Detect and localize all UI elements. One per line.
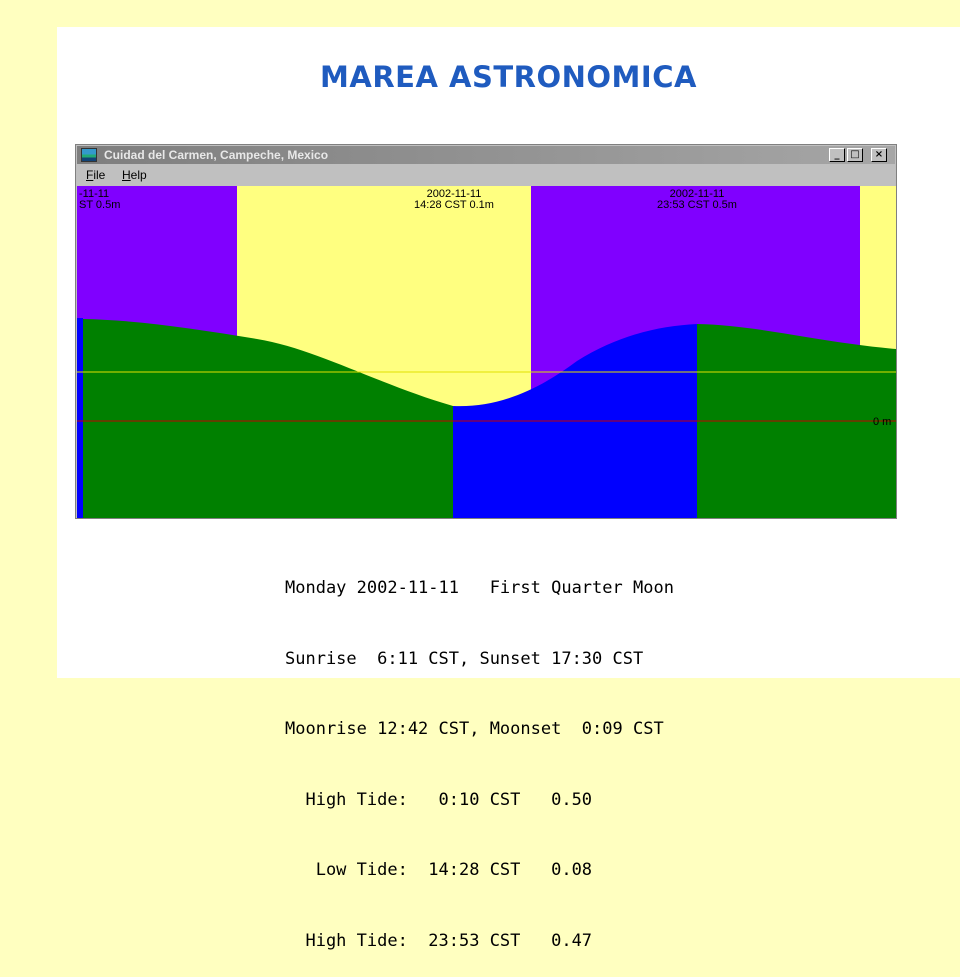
zero-level-label: 0 m: [873, 416, 891, 428]
maximize-button[interactable]: □: [847, 148, 863, 162]
readout-high-tide-2: High Tide: 23:53 CST 0.47: [285, 930, 593, 951]
slide-title: MAREA ASTRONOMICA: [320, 60, 697, 94]
tide-app-window: Cuidad del Carmen, Campeche, Mexico _ □ …: [75, 144, 897, 519]
tide-annotation-1-value: ST 0.5m: [79, 199, 120, 211]
window-title: Cuidad del Carmen, Campeche, Mexico: [104, 148, 329, 162]
tide-annotation-3-value: 23:53 CST 0.5m: [657, 199, 737, 211]
menu-bar: File Help: [77, 166, 895, 184]
window-titlebar[interactable]: Cuidad del Carmen, Campeche, Mexico _ □ …: [77, 146, 895, 164]
readout-high-tide-1: High Tide: 0:10 CST 0.50: [285, 789, 593, 810]
menu-help-rest: elp: [130, 168, 147, 182]
readout-moon-line: Moonrise 12:42 CST, Moonset 0:09 CST: [285, 719, 664, 739]
menu-file[interactable]: File: [86, 168, 105, 182]
minimize-button[interactable]: _: [829, 148, 845, 162]
readout-low-tide: Low Tide: 14:28 CST 0.08: [285, 860, 593, 880]
menu-help[interactable]: Help: [122, 168, 147, 182]
readout-sun-line: Sunrise 6:11 CST, Sunset 17:30 CST: [285, 648, 644, 669]
tide-app-icon[interactable]: [81, 148, 97, 162]
menu-help-accel: H: [122, 168, 131, 182]
close-button[interactable]: ×: [871, 148, 887, 162]
menu-file-rest: ile: [93, 168, 106, 182]
tide-annotation-2-value: 14:28 CST 0.1m: [414, 199, 494, 211]
tide-readout: Monday 2002-11-11 First Quarter Moon Sun…: [285, 530, 674, 977]
tide-chart[interactable]: -11-11 ST 0.5m 2002-11-11 14:28 CST 0.1m…: [77, 186, 896, 518]
readout-date-line: Monday 2002-11-11 First Quarter Moon: [285, 578, 674, 598]
rising-tide-left: [77, 318, 83, 518]
